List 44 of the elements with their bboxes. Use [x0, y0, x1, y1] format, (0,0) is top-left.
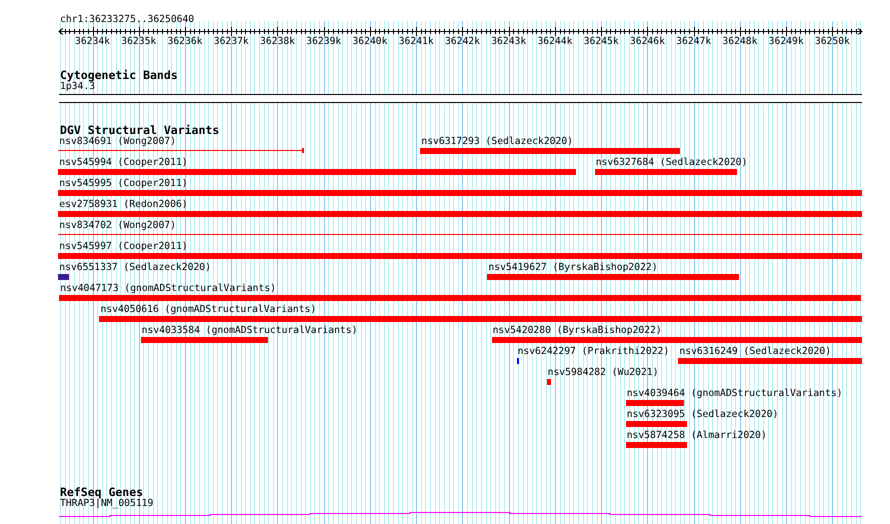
- variant-label: nsv5874258 (Almarri2020): [626, 430, 767, 441]
- tick-label: 36246k: [630, 36, 665, 48]
- tick-label: 36239k: [306, 36, 342, 48]
- variant-label: nsv6551337 (Sedlazeck2020): [59, 262, 211, 273]
- tick-label: 36242k: [444, 36, 480, 48]
- variant-label: nsv4039464 (gnomADStructuralVariants): [626, 388, 842, 399]
- band-label: 1p34.3: [60, 81, 95, 93]
- variant-label: nsv5419627 (ByrskaBishop2022): [488, 262, 658, 273]
- variant-label: nsv4047173 (gnomADStructuralVariants): [60, 283, 276, 294]
- tick-label: 36240k: [352, 36, 388, 48]
- tick-label: 36236k: [168, 36, 202, 48]
- tick-label: 36250k: [814, 36, 850, 48]
- tick-label: 36235k: [121, 36, 156, 48]
- track-title: RefSeq Genes: [60, 486, 144, 498]
- gene-label: THRAP3|NM_005119: [60, 498, 154, 510]
- variant-label: nsv6316249 (Sedlazeck2020): [679, 346, 832, 357]
- location-label: chr1:36233275..36250640: [60, 14, 194, 26]
- end-tick-icon: [302, 148, 304, 153]
- track-title: DGV Structural Variants: [60, 124, 220, 136]
- variant-label: nsv545994 (Cooper2011): [59, 157, 188, 168]
- variant-label: esv2758931 (Redon2006): [59, 199, 188, 210]
- tick-label: 36248k: [722, 36, 758, 48]
- variant-label: nsv834702 (Wong2007): [59, 220, 176, 231]
- tick-label: 36249k: [768, 36, 804, 48]
- track-title: Cytogenetic Bands: [60, 69, 178, 81]
- variant-label: nsv5420280 (ByrskaBishop2022): [492, 325, 662, 336]
- variant-label: nsv545997 (Cooper2011): [59, 241, 188, 252]
- tick-label: 36247k: [676, 36, 712, 48]
- variant-label: nsv4050616 (gnomADStructuralVariants): [100, 304, 316, 315]
- variant-label: nsv834691 (Wong2007): [59, 136, 176, 147]
- variant-label: nsv5984282 (Wu2021): [548, 367, 658, 378]
- variant-label: nsv6242297 (Prakrithi2022): [518, 346, 670, 357]
- tick-label: 36238k: [260, 36, 295, 48]
- tick-label: 36234k: [75, 36, 110, 48]
- tick-label: 36243k: [491, 36, 526, 48]
- variant-label: nsv6327684 (Sedlazeck2020): [596, 157, 748, 168]
- tick-label: 36241k: [398, 36, 434, 48]
- variant-label: nsv545995 (Cooper2011): [59, 178, 188, 189]
- variant-label: nsv6323095 (Sedlazeck2020): [626, 409, 778, 420]
- variant-label: nsv4033584 (gnomADStructuralVariants): [142, 325, 358, 336]
- tick-label: 36245k: [584, 36, 619, 48]
- tick-label: 36244k: [537, 36, 572, 48]
- variant-label: nsv6317293 (Sedlazeck2020): [421, 136, 574, 147]
- tick-label: 36237k: [214, 36, 249, 48]
